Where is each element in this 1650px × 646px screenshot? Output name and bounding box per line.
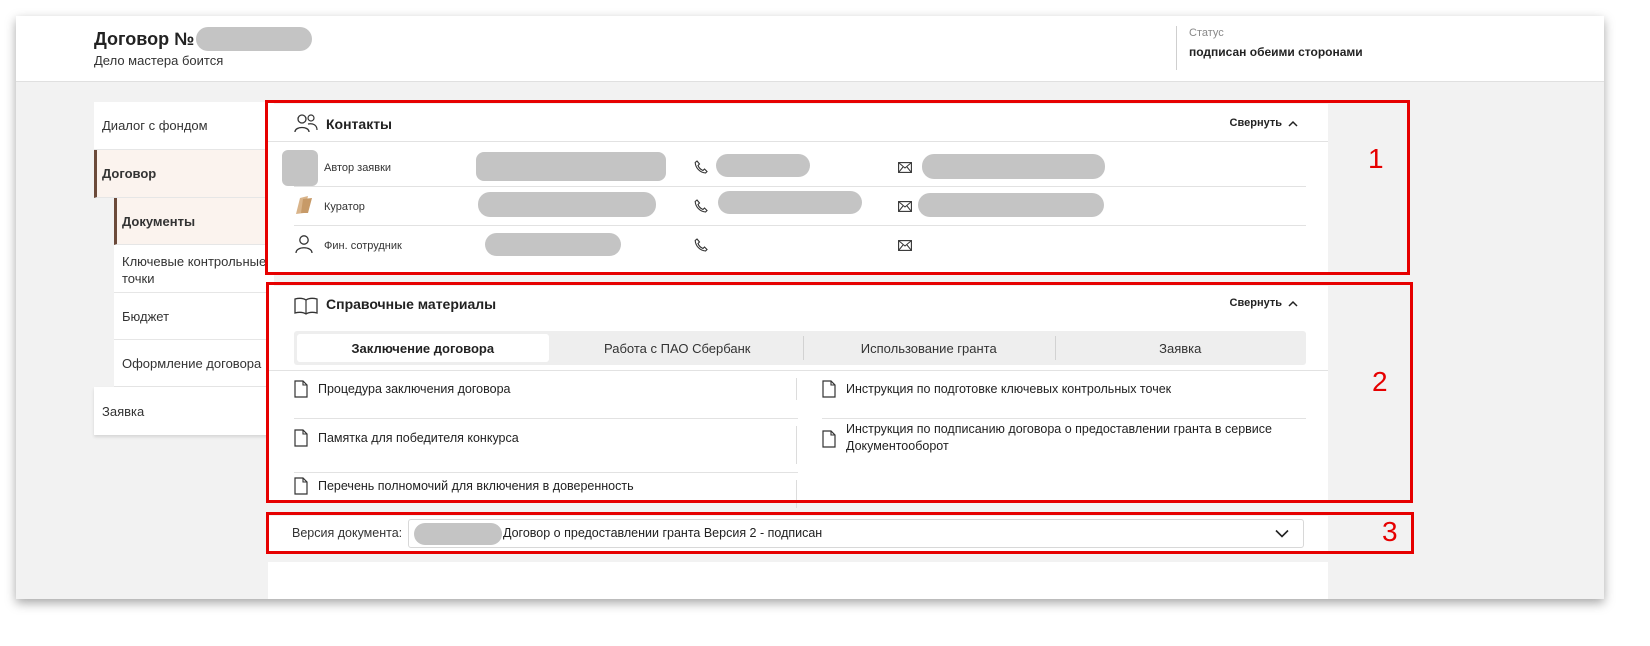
contact-row-curator: Куратор [294,187,1306,226]
annotation-number-3: 3 [1382,516,1398,547]
divider [822,418,1306,419]
document-title: Процедура заключения договора [318,382,511,396]
document-title: Перечень полномочий для включения в дове… [318,479,634,493]
redacted-version-date [414,523,502,545]
contract-subtitle: Дело мастера боится [94,53,224,68]
version-value: Договор о предоставлении гранта Версия 2… [503,526,823,540]
document-title: Инструкция по подготовке ключевых контро… [846,382,1172,396]
person-icon [295,235,313,254]
annotation-number-2: 2 [1372,366,1388,397]
divider [796,378,797,400]
status-block: Статус подписан обеими сторонами [1176,26,1363,70]
chevron-down-icon [1275,529,1289,538]
contact-row-author: Автор заявки [282,148,1306,187]
tab-grant-usage[interactable]: Использование гранта [803,331,1055,365]
phone-icon [694,160,708,174]
sidebar-item-contract-setup[interactable]: Оформление договора [114,340,274,387]
document-link[interactable]: Перечень полномочий для включения в дове… [294,477,634,495]
redacted-phone [718,191,862,214]
version-label: Версия документа: [292,526,403,540]
redacted-contact-name [478,192,656,217]
reference-title: Справочные материалы [326,296,497,312]
document-icon [294,477,308,495]
page-title: Договор № [94,27,313,51]
contacts-icon [294,114,318,133]
chevron-up-icon [1288,120,1298,127]
app-window: Договор № Дело мастера боится Статус под… [16,16,1604,599]
status-label: Статус [1189,27,1224,39]
document-link[interactable]: Инструкция по подписанию договора о пред… [822,421,1292,455]
redacted-contact-name [476,152,666,181]
sidebar-item-contract[interactable]: Договор [94,150,274,198]
chevron-up-icon [1288,300,1298,307]
redacted-email [918,193,1104,217]
mail-icon [898,201,912,212]
version-bar: Версия документа: Договор о предоставлен… [268,516,1328,552]
divider [268,370,1328,371]
sidebar-item-documents[interactable]: Документы [114,198,274,245]
avatar-icon [282,150,318,186]
contract-title-text: Договор № [94,28,195,49]
reference-panel: Справочные материалы Свернуть Заключение… [268,286,1328,508]
redacted-contract-number [196,27,313,51]
annotation-number-1: 1 [1368,143,1384,174]
reference-collapse-button[interactable]: Свернуть [1230,297,1298,309]
contacts-header: Контакты Свернуть [268,104,1328,142]
contact-role: Фин. сотрудник [324,240,402,252]
book-icon [294,297,318,315]
version-select[interactable]: Договор о предоставлении гранта Версия 2… [408,519,1304,548]
reference-tabs: Заключение договора Работа с ПАО Сбербан… [294,331,1306,365]
sidebar-submenu: Документы Ключевые контрольные точки Бюд… [114,198,274,387]
document-icon [294,429,308,447]
status-value: подписан обеими сторонами [1189,45,1363,59]
phone-icon [694,238,708,252]
redacted-email [922,154,1105,179]
contacts-title: Контакты [326,116,393,132]
document-link[interactable]: Памятка для победителя конкурса [294,429,519,447]
contact-role: Куратор [324,201,365,213]
next-panel [268,562,1328,599]
page-header: Договор № Дело мастера боится Статус под… [16,16,1604,82]
divider [294,418,798,419]
document-icon [822,380,836,398]
document-icon [294,380,308,398]
redacted-contact-name [485,233,621,256]
collapse-label: Свернуть [1229,117,1282,129]
curator-icon [296,196,312,214]
contact-role: Автор заявки [324,162,392,174]
tab-application[interactable]: Заявка [1054,331,1307,365]
contacts-panel: Контакты Свернуть Автор заявки Куратор Ф… [268,104,1328,272]
document-link[interactable]: Процедура заключения договора [294,380,511,398]
reference-header: Справочные материалы Свернуть [268,286,1328,324]
sidebar-item-checkpoints[interactable]: Ключевые контрольные точки [114,245,274,293]
contacts-collapse-button[interactable]: Свернуть [1230,117,1298,129]
redacted-phone [716,154,810,177]
collapse-label: Свернуть [1229,297,1282,309]
tab-contract-conclusion[interactable]: Заключение договора [297,334,549,362]
sidebar-item-dialog[interactable]: Диалог с фондом [94,102,274,150]
document-title: Памятка для победителя конкурса [318,431,519,445]
divider [796,426,797,464]
sidebar-item-budget[interactable]: Бюджет [114,293,274,340]
phone-icon [694,199,708,213]
sidebar-item-application[interactable]: Заявка [94,387,274,435]
tab-sberbank[interactable]: Работа с ПАО Сбербанк [552,331,804,365]
document-link[interactable]: Инструкция по подготовке ключевых контро… [822,380,1172,398]
document-icon [822,430,836,448]
divider [796,480,797,508]
sidebar: Диалог с фондом Договор Документы Ключев… [94,102,274,435]
divider [294,472,798,473]
mail-icon [898,240,912,251]
mail-icon [898,162,912,173]
document-title: Инструкция по подписанию договора о пред… [846,422,1272,453]
contact-row-finance: Фин. сотрудник [294,226,1306,265]
